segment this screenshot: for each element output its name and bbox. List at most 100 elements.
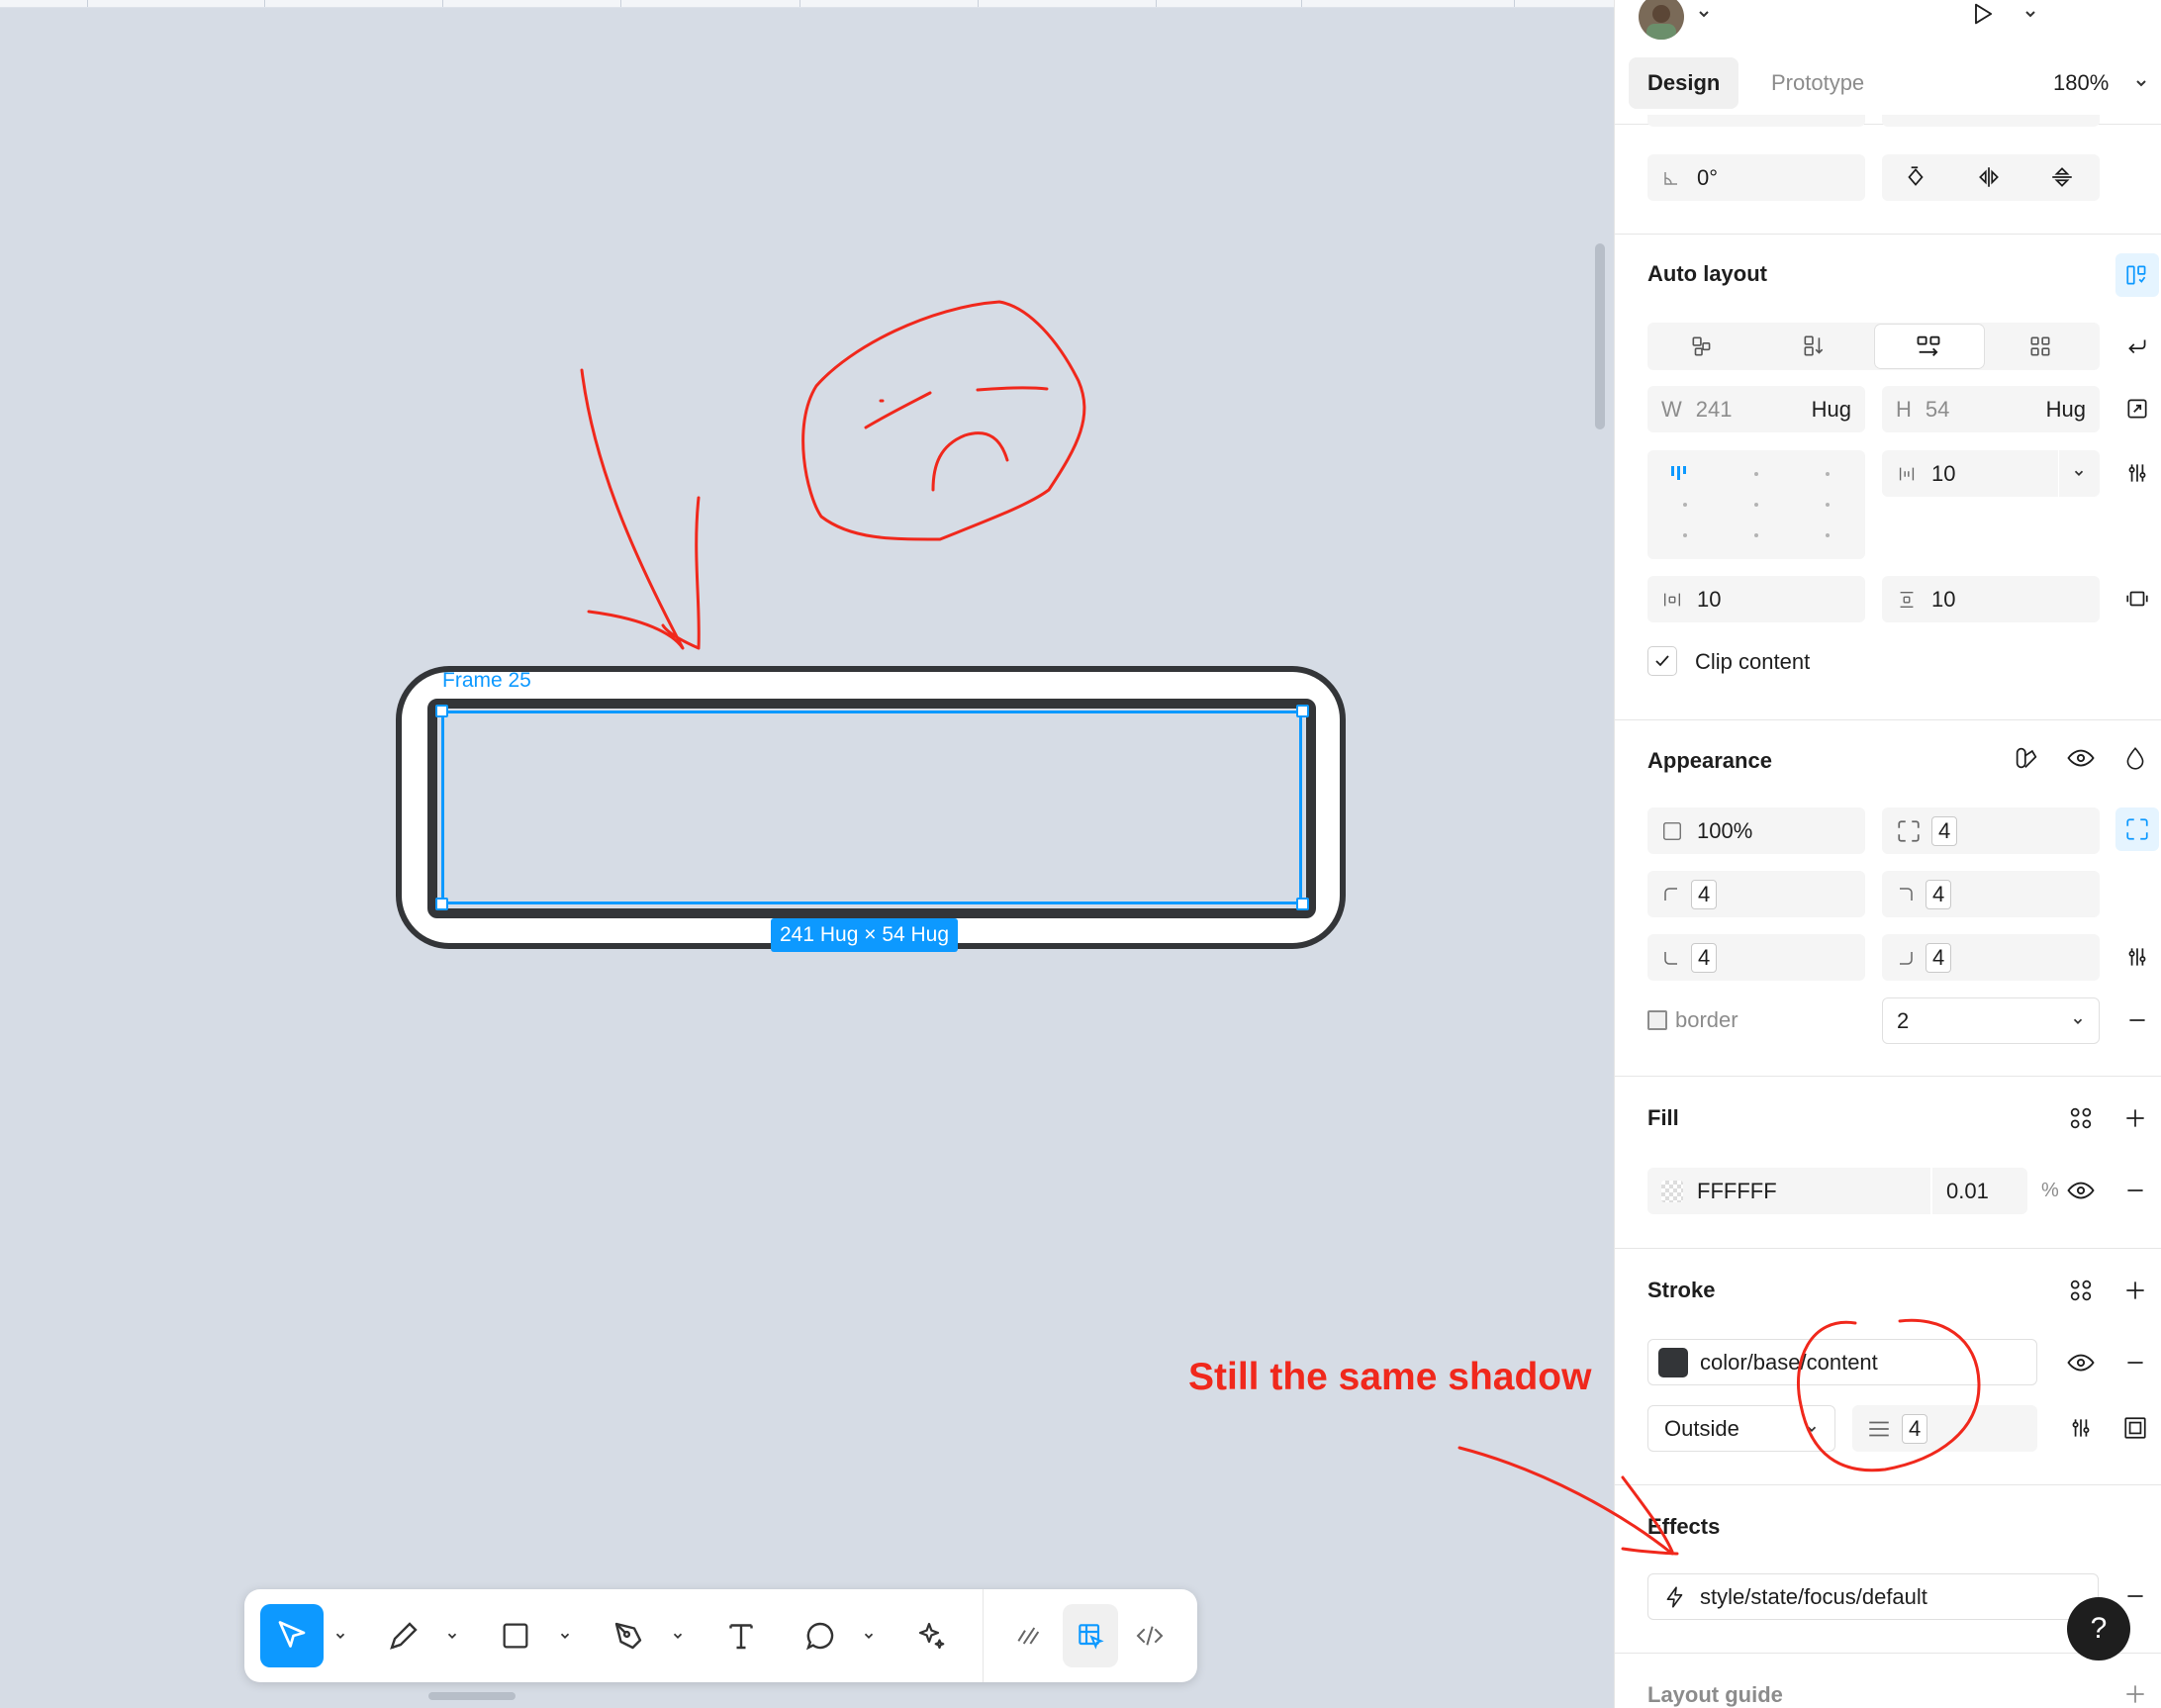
rotate-90-icon[interactable] [1896, 157, 1935, 197]
padding-horizontal-field[interactable]: 10 [1647, 576, 1865, 622]
layout-grid-icon[interactable] [2020, 327, 2060, 366]
add-plus-icon[interactable] [2115, 1098, 2155, 1138]
width-mode[interactable]: Hug [1812, 397, 1851, 423]
vertical-scrollbar[interactable] [1595, 243, 1605, 429]
chevron-down-icon[interactable] [2121, 63, 2161, 103]
text-tool-button[interactable] [709, 1604, 773, 1667]
fill-row[interactable]: FFFFFF 0.01 % [1647, 1168, 2059, 1214]
variable-row[interactable]: border [1647, 1005, 1738, 1035]
chevron-down-icon[interactable] [2072, 466, 2086, 480]
chevron-down-icon[interactable] [441, 1604, 463, 1667]
design-mode-button[interactable] [1063, 1604, 1118, 1667]
padding-vertical-icon [1900, 591, 1914, 608]
chevron-down-icon[interactable] [667, 1604, 689, 1667]
add-plus-icon[interactable] [2115, 1674, 2155, 1708]
padding-vertical-field[interactable]: 10 [1882, 576, 2100, 622]
resize-handle-bottom-right[interactable] [1296, 898, 1309, 910]
alignment-grid[interactable] [1647, 450, 1865, 559]
stroke-weight-field[interactable]: 4 [1852, 1405, 2037, 1452]
stroke-remove-minus-icon[interactable] [2115, 1343, 2155, 1382]
blend-drop-icon[interactable] [2115, 738, 2155, 778]
height-mode[interactable]: Hug [2046, 397, 2086, 423]
radius-bottom-left-field[interactable]: 4 [1647, 934, 1865, 981]
avatar[interactable] [1639, 0, 1684, 40]
move-tool-button[interactable] [260, 1604, 324, 1667]
radius-top-left-value: 4 [1691, 879, 1718, 909]
resize-to-fit-icon[interactable] [2117, 389, 2157, 428]
layout-horizontal-selected[interactable] [1875, 325, 1984, 368]
effect-style-row[interactable]: style/state/focus/default [1647, 1573, 2099, 1620]
styles-grid-icon[interactable] [2061, 1098, 2101, 1138]
auto-layout-toggle-icon[interactable] [2115, 253, 2159, 297]
pen-tool-button[interactable] [597, 1604, 660, 1667]
resize-handle-top-right[interactable] [1296, 705, 1309, 717]
tab-prototype[interactable]: Prototype [1761, 57, 1874, 109]
add-plus-icon[interactable] [2115, 1271, 2155, 1310]
zoom-level[interactable]: 180% [2053, 57, 2109, 109]
canvas[interactable]: Frame 25 241 Hug × 54 Hug [0, 0, 1614, 1708]
layout-none-icon[interactable] [1682, 327, 1722, 366]
pencil-tool-button[interactable] [372, 1604, 435, 1667]
radius-top-right-field[interactable]: 4 [1882, 871, 2100, 917]
stroke-position-select[interactable]: Outside [1647, 1405, 1835, 1452]
wrap-icon[interactable] [2117, 327, 2157, 366]
rotation-field[interactable]: 0° [1647, 154, 1865, 201]
effect-lightning-icon [1666, 1585, 1683, 1608]
appearance-settings-icon[interactable] [2117, 937, 2157, 977]
eye-icon[interactable] [2061, 738, 2101, 778]
opacity-value: 100% [1697, 817, 1753, 843]
present-play-icon[interactable] [1963, 0, 2003, 34]
resize-handle-bottom-left[interactable] [435, 898, 448, 910]
layout-settings-icon[interactable] [2117, 453, 2157, 493]
toolbar-divider [983, 1589, 984, 1682]
selection-box[interactable] [441, 711, 1302, 904]
chevron-down-icon[interactable] [858, 1604, 880, 1667]
help-button[interactable]: ? [2067, 1597, 2130, 1661]
radius-top-left-field[interactable]: 4 [1647, 871, 1865, 917]
chevron-down-icon[interactable] [554, 1604, 576, 1667]
comment-tool-button[interactable] [789, 1604, 852, 1667]
section-divider [1615, 234, 2161, 235]
opacity-field[interactable]: 100% [1647, 807, 1865, 854]
layout-vertical-icon[interactable] [1794, 327, 1833, 366]
rectangle-tool-button[interactable] [484, 1604, 547, 1667]
radius-bottom-right-field[interactable]: 4 [1882, 934, 2100, 981]
variable-select[interactable]: 2 [1882, 997, 2100, 1044]
ai-tool-button[interactable] [900, 1604, 964, 1667]
corner-radius-field[interactable]: 4 [1882, 807, 2100, 854]
stroke-settings-icon[interactable] [2061, 1408, 2101, 1448]
flip-horizontal-icon[interactable] [1969, 157, 2009, 197]
frame-name-label[interactable]: Frame 25 [442, 669, 531, 693]
tab-design[interactable]: Design [1629, 57, 1739, 109]
chevron-down-icon[interactable] [1684, 0, 1724, 34]
resize-handle-top-left[interactable] [435, 705, 448, 717]
chevron-down-icon[interactable] [2011, 0, 2050, 34]
independent-corners-icon[interactable] [2115, 807, 2159, 851]
radius-bottom-left-value: 4 [1691, 942, 1718, 973]
fill-remove-minus-icon[interactable] [2115, 1171, 2155, 1210]
fill-eye-icon[interactable] [2061, 1171, 2101, 1210]
radius-bottom-right-value: 4 [1926, 942, 1952, 973]
fill-opacity[interactable]: 0.01 [1946, 1179, 1989, 1204]
stroke-eye-icon[interactable] [2061, 1343, 2101, 1382]
appearance-title: Appearance [1647, 748, 1772, 773]
dev-mode-button[interactable] [1122, 1604, 1177, 1667]
corner-top-left-icon [1664, 887, 1677, 901]
flip-vertical-icon[interactable] [2042, 157, 2082, 197]
styles-grid-icon[interactable] [2061, 1271, 2101, 1310]
remove-minus-icon[interactable] [2117, 1000, 2157, 1040]
chevron-down-icon[interactable] [329, 1604, 351, 1667]
effect-style-name: style/state/focus/default [1700, 1583, 1927, 1609]
variable-mode-icon[interactable] [2007, 738, 2046, 778]
individual-padding-icon[interactable] [2117, 579, 2157, 618]
width-field[interactable]: W 241 Hug [1647, 386, 1865, 432]
stroke-sides-icon[interactable] [2115, 1408, 2155, 1448]
draw-mode-button[interactable] [1001, 1604, 1057, 1667]
checkmark-icon [1655, 655, 1669, 667]
horizontal-scrollbar[interactable] [428, 1692, 516, 1700]
stroke-style-row[interactable]: color/base/content [1647, 1339, 2037, 1385]
fill-hex[interactable]: FFFFFF [1697, 1179, 1777, 1204]
gap-field[interactable]: 10 [1882, 450, 2100, 497]
clip-content-checkbox[interactable] [1647, 646, 1677, 676]
height-field[interactable]: H 54 Hug [1882, 386, 2100, 432]
